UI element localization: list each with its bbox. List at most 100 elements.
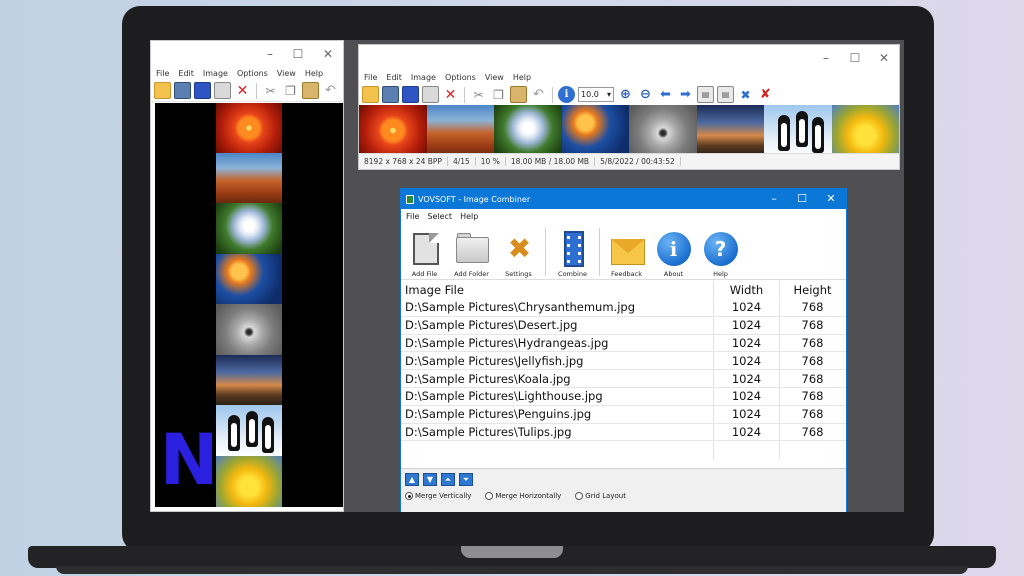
menu-image[interactable]: Image bbox=[203, 69, 228, 78]
undo-icon[interactable]: ↶ bbox=[322, 82, 339, 99]
menu-image[interactable]: Image bbox=[411, 73, 436, 82]
cell-file: D:\Sample Pictures\Lighthouse.jpg bbox=[401, 387, 714, 405]
maximize-button[interactable]: ☐ bbox=[795, 192, 809, 205]
menu-help[interactable]: Help bbox=[460, 212, 478, 221]
menu-view[interactable]: View bbox=[485, 73, 504, 82]
info-icon[interactable]: i bbox=[558, 86, 575, 103]
page-next-icon[interactable]: ▤ bbox=[717, 86, 734, 103]
move-down-icon[interactable]: ▼ bbox=[423, 473, 437, 486]
open-folder-icon[interactable] bbox=[154, 82, 171, 99]
cell-width: 1024 bbox=[714, 316, 780, 334]
settings-button[interactable]: ✖ Settings bbox=[495, 226, 542, 278]
menu-select[interactable]: Select bbox=[427, 212, 452, 221]
copy-icon[interactable]: ❐ bbox=[282, 82, 299, 99]
exit-icon[interactable]: ✘ bbox=[757, 86, 774, 103]
table-row[interactable]: D:\Sample Pictures\Jellyfish.jpg 1024 76… bbox=[401, 352, 846, 371]
table-row[interactable]: D:\Sample Pictures\Lighthouse.jpg 1024 7… bbox=[401, 387, 846, 406]
move-up-icon[interactable]: ▲ bbox=[405, 473, 419, 486]
table-row[interactable]: D:\Sample Pictures\Penguins.jpg 1024 768 bbox=[401, 405, 846, 424]
minimize-button[interactable]: – bbox=[819, 51, 833, 65]
left-toolbar: ✕ ✂ ❐ ↶ bbox=[151, 80, 343, 102]
table-row[interactable]: D:\Sample Pictures\Tulips.jpg 1024 768 bbox=[401, 423, 846, 442]
radio-dot-icon bbox=[485, 492, 494, 500]
menu-edit[interactable]: Edit bbox=[386, 73, 402, 82]
help-button[interactable]: ? Help bbox=[697, 226, 744, 278]
move-bottom-icon[interactable]: ⏷ bbox=[459, 473, 473, 486]
add-file-button[interactable]: Add File bbox=[401, 226, 448, 278]
close-button[interactable]: ✕ bbox=[877, 51, 891, 65]
arrow-left-icon[interactable]: ⬅ bbox=[657, 86, 674, 103]
minimize-button[interactable]: – bbox=[767, 192, 781, 205]
move-top-icon[interactable]: ⏶ bbox=[441, 473, 455, 486]
photo-hydrangeas bbox=[494, 105, 562, 156]
menu-help[interactable]: Help bbox=[305, 69, 323, 78]
save-icon[interactable] bbox=[402, 86, 419, 103]
menu-file[interactable]: File bbox=[156, 69, 169, 78]
maximize-button[interactable]: ☐ bbox=[848, 51, 862, 65]
menu-options[interactable]: Options bbox=[237, 69, 268, 78]
status-memory: 18.00 MB / 18.00 MB bbox=[506, 157, 596, 166]
image-file-table[interactable]: Image File Width Height D:\Sample Pictur… bbox=[401, 281, 846, 468]
horizontal-image-strip bbox=[359, 105, 899, 156]
print-icon[interactable] bbox=[214, 82, 231, 99]
vertical-image-canvas: N bbox=[155, 103, 343, 507]
cut-icon[interactable]: ✂ bbox=[262, 82, 279, 99]
arrow-right-icon[interactable]: ➡ bbox=[677, 86, 694, 103]
page-prev-icon[interactable]: ▤ bbox=[697, 86, 714, 103]
photo-jellyfish bbox=[562, 105, 629, 156]
cell-width: 1024 bbox=[714, 352, 780, 370]
menu-file[interactable]: File bbox=[364, 73, 377, 82]
combine-button[interactable]: Combine bbox=[549, 226, 596, 278]
paste-icon[interactable] bbox=[302, 82, 319, 99]
merge-vertically-radio[interactable]: Merge Vertically bbox=[405, 492, 471, 500]
column-header-width[interactable]: Width bbox=[714, 281, 780, 298]
menu-options[interactable]: Options bbox=[445, 73, 476, 82]
undo-icon[interactable]: ↶ bbox=[530, 86, 547, 103]
table-row[interactable]: D:\Sample Pictures\Chrysanthemum.jpg 102… bbox=[401, 299, 846, 317]
add-folder-button[interactable]: Add Folder bbox=[448, 226, 495, 278]
toolbar-separator bbox=[464, 86, 465, 103]
filmstrip-icon[interactable] bbox=[382, 86, 399, 103]
grid-layout-radio[interactable]: Grid Layout bbox=[575, 492, 626, 500]
delete-icon[interactable]: ✕ bbox=[234, 82, 251, 99]
print-icon[interactable] bbox=[422, 86, 439, 103]
status-zoom: 10 % bbox=[476, 157, 506, 166]
menu-edit[interactable]: Edit bbox=[178, 69, 194, 78]
column-header-height[interactable]: Height bbox=[780, 281, 845, 298]
save-icon[interactable] bbox=[194, 82, 211, 99]
menu-file[interactable]: File bbox=[406, 212, 419, 221]
about-button[interactable]: i About bbox=[650, 226, 697, 278]
table-row[interactable]: D:\Sample Pictures\Hydrangeas.jpg 1024 7… bbox=[401, 334, 846, 353]
filmstrip-icon[interactable] bbox=[174, 82, 191, 99]
paste-icon[interactable] bbox=[510, 86, 527, 103]
copy-icon[interactable]: ❐ bbox=[490, 86, 507, 103]
tools-icon[interactable]: ✖ bbox=[737, 86, 754, 103]
photo-tulips bbox=[216, 456, 282, 507]
cell-height: 768 bbox=[801, 424, 824, 439]
minimize-button[interactable]: – bbox=[263, 47, 277, 61]
maximize-button[interactable]: ☐ bbox=[291, 47, 305, 61]
column-header-file[interactable]: Image File bbox=[401, 281, 714, 298]
zoom-out-icon[interactable]: ⊖ bbox=[637, 86, 654, 103]
open-folder-icon[interactable] bbox=[362, 86, 379, 103]
delete-icon[interactable]: ✕ bbox=[442, 86, 459, 103]
table-row[interactable]: D:\Sample Pictures\Desert.jpg 1024 768 bbox=[401, 316, 846, 335]
feedback-button[interactable]: Feedback bbox=[603, 226, 650, 278]
table-row[interactable]: D:\Sample Pictures\Koala.jpg 1024 768 bbox=[401, 370, 846, 388]
cell-file: D:\Sample Pictures\Koala.jpg bbox=[401, 370, 714, 387]
cut-icon[interactable]: ✂ bbox=[470, 86, 487, 103]
merge-horizontally-radio[interactable]: Merge Horizontally bbox=[485, 492, 561, 500]
photo-lighthouse bbox=[697, 105, 764, 156]
left-viewer-window: – ☐ ✕ File Edit Image Options View Help … bbox=[150, 40, 344, 512]
photo-jellyfish bbox=[216, 254, 282, 304]
cell-file: D:\Sample Pictures\Desert.jpg bbox=[401, 316, 714, 334]
menu-help[interactable]: Help bbox=[513, 73, 531, 82]
cell-height: 768 bbox=[801, 353, 824, 368]
photo-hydrangeas bbox=[216, 203, 282, 254]
zoom-in-icon[interactable]: ⊕ bbox=[617, 86, 634, 103]
menu-view[interactable]: View bbox=[277, 69, 296, 78]
close-button[interactable]: ✕ bbox=[321, 47, 335, 61]
close-button[interactable]: ✕ bbox=[824, 192, 838, 205]
zoom-select[interactable]: 10.0 ▾ bbox=[578, 87, 614, 102]
question-icon: ? bbox=[703, 231, 739, 267]
